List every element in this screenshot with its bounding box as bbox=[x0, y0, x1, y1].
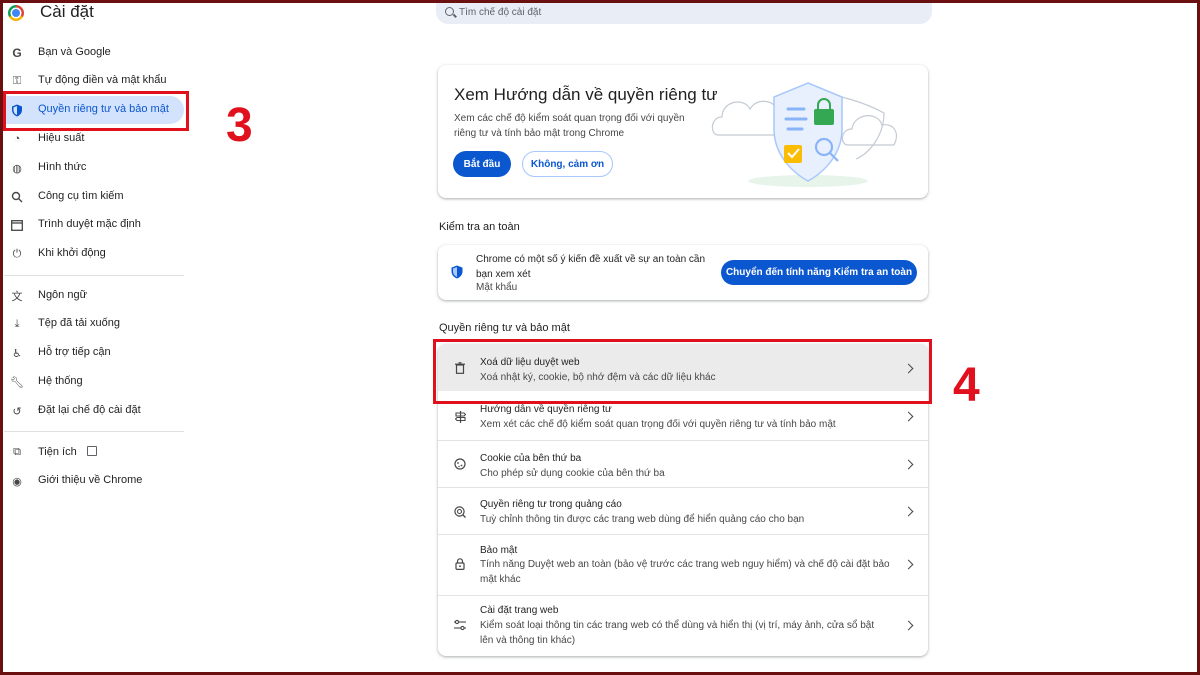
sidebar-item-search-engine[interactable]: Công cụ tìm kiếm bbox=[4, 183, 184, 211]
row-subtitle: Cho phép sử dụng cookie của bên thứ ba bbox=[480, 468, 665, 479]
security-row[interactable]: Bảo mật Tính năng Duyệt web an toàn (bảo… bbox=[438, 535, 928, 595]
sidebar-item-label: Tự động điền và mật khẩu bbox=[38, 74, 167, 86]
sidebar-item-default-browser[interactable]: Trình duyệt mặc định bbox=[4, 211, 184, 239]
sidebar-item-label: Công cụ tìm kiếm bbox=[38, 190, 124, 202]
row-subtitle: Kiểm soát loại thông tin các trang web c… bbox=[480, 620, 875, 646]
safety-shield-icon bbox=[451, 265, 463, 284]
privacy-guide-illustration bbox=[711, 82, 897, 187]
sidebar-item-you-and-google[interactable]: G Bạn và Google bbox=[4, 39, 184, 67]
wrench-icon: 🔧︎ bbox=[10, 376, 24, 389]
highlight-box-step-4 bbox=[433, 339, 932, 404]
sidebar-item-extensions[interactable]: ⧉ Tiện ích bbox=[4, 438, 184, 466]
sidebar-item-label: Tiện ích bbox=[38, 445, 97, 458]
sidebar-item-about-chrome[interactable]: ◉ Giới thiệu về Chrome bbox=[4, 467, 184, 495]
step-number-3: 3 bbox=[226, 99, 253, 152]
third-party-cookies-row[interactable]: Cookie của bên thứ ba Cho phép sử dụng c… bbox=[438, 441, 928, 488]
translate-icon: 文 bbox=[11, 291, 23, 303]
key-icon: ⚿ bbox=[12, 74, 22, 87]
site-settings-row[interactable]: Cài đặt trang web Kiểm soát loại thông t… bbox=[438, 596, 928, 656]
sidebar-item-label: Giới thiệu về Chrome bbox=[38, 474, 143, 486]
sidebar-item-appearance[interactable]: ◍ Hình thức bbox=[4, 154, 184, 182]
browser-window-icon bbox=[10, 218, 24, 232]
signpost-icon bbox=[454, 411, 466, 423]
sidebar-item-label: Bạn và Google bbox=[38, 46, 111, 58]
power-icon: ⏻ bbox=[12, 247, 22, 260]
row-subtitle: Xem xét các chế độ kiểm soát quan trọng … bbox=[480, 419, 836, 430]
download-icon: ⤓ bbox=[14, 317, 20, 330]
row-title: Cookie của bên thứ ba bbox=[480, 453, 582, 464]
safety-check-detail: Mật khẩu bbox=[476, 282, 518, 293]
sidebar-item-label: Đặt lại chế độ cài đặt bbox=[38, 404, 141, 416]
safety-check-card: Chrome có một số ý kiến đề xuất về sự an… bbox=[438, 245, 928, 300]
open-in-new-icon bbox=[86, 446, 97, 456]
sidebar-item-system[interactable]: 🔧︎ Hệ thống bbox=[4, 368, 184, 396]
row-subtitle: Tính năng Duyệt web an toàn (bảo vệ trướ… bbox=[480, 559, 890, 585]
safety-check-heading: Kiểm tra an toàn bbox=[439, 221, 520, 233]
row-title: Hướng dẫn về quyền riêng tư bbox=[480, 404, 612, 415]
ad-privacy-row[interactable]: Quyền riêng tư trong quảng cáo Tuỳ chỉnh… bbox=[438, 488, 928, 535]
sidebar-item-languages[interactable]: 文 Ngôn ngữ bbox=[4, 282, 184, 310]
puzzle-icon: ⧉ bbox=[13, 445, 21, 458]
start-button[interactable]: Bắt đầu bbox=[453, 151, 511, 177]
speedometer-icon: ◔ bbox=[13, 133, 21, 145]
reset-icon: ↺ bbox=[12, 405, 22, 418]
sidebar-item-label: Hình thức bbox=[38, 161, 87, 173]
safety-check-message: Chrome có một số ý kiến đề xuất về sự an… bbox=[476, 254, 706, 280]
chevron-right-icon bbox=[903, 559, 914, 570]
row-title: Cài đặt trang web bbox=[480, 605, 559, 616]
no-thanks-button[interactable]: Không, cảm ơn bbox=[522, 151, 613, 177]
sidebar-divider bbox=[4, 431, 184, 432]
privacy-guide-description: Xem các chế độ kiểm soát quan trọng đối … bbox=[454, 113, 685, 139]
chevron-right-icon bbox=[903, 506, 914, 517]
google-g-icon: G bbox=[12, 46, 22, 60]
search-placeholder: Tìm chế độ cài đặt bbox=[459, 7, 542, 18]
privacy-section-heading: Quyền riêng tư và bảo mật bbox=[439, 322, 570, 334]
chevron-right-icon bbox=[903, 411, 914, 422]
privacy-guide-title: Xem Hướng dẫn về quyền riêng tư bbox=[454, 85, 718, 104]
sidebar-item-downloads[interactable]: ⤓ Tệp đã tải xuống bbox=[4, 310, 184, 338]
chevron-right-icon bbox=[903, 620, 914, 631]
highlight-box-step-3 bbox=[3, 91, 189, 131]
sidebar-item-label: Khi khởi động bbox=[38, 247, 106, 259]
sidebar-item-on-startup[interactable]: ⏻ Khi khởi động bbox=[4, 240, 184, 268]
search-icon bbox=[10, 190, 24, 204]
search-icon bbox=[445, 7, 454, 16]
row-title: Quyền riêng tư trong quảng cáo bbox=[480, 499, 622, 510]
sidebar-item-label: Tệp đã tải xuống bbox=[38, 317, 120, 329]
sidebar-item-label: Hiệu suất bbox=[38, 132, 85, 144]
lock-icon bbox=[454, 558, 466, 570]
palette-icon: ◍ bbox=[12, 162, 22, 175]
step-number-4: 4 bbox=[953, 359, 980, 412]
sidebar-item-label: Ngôn ngữ bbox=[38, 289, 87, 301]
sidebar-item-reset-settings[interactable]: ↺ Đặt lại chế độ cài đặt bbox=[4, 397, 184, 425]
search-bar[interactable]: Tìm chế độ cài đặt bbox=[436, 2, 932, 24]
ad-privacy-icon bbox=[454, 506, 466, 518]
sliders-icon bbox=[454, 619, 466, 631]
privacy-guide-card: Xem Hướng dẫn về quyền riêng tư Xem các … bbox=[438, 65, 928, 198]
chrome-logo-icon bbox=[8, 5, 24, 21]
cookie-icon bbox=[454, 458, 466, 470]
page-title: Cài đặt bbox=[40, 2, 94, 21]
row-subtitle: Tuỳ chỉnh thông tin được các trang web d… bbox=[480, 514, 805, 525]
chrome-icon: ◉ bbox=[12, 475, 22, 488]
sidebar-item-label: Hệ thống bbox=[38, 375, 83, 387]
row-title: Bảo mật bbox=[480, 545, 518, 556]
extensions-label: Tiện ích bbox=[38, 446, 77, 458]
chevron-right-icon bbox=[903, 459, 914, 470]
sidebar-item-label: Hỗ trợ tiếp cận bbox=[38, 346, 111, 358]
accessibility-icon: ♿ bbox=[12, 347, 22, 360]
sidebar-divider bbox=[4, 275, 184, 276]
sidebar-item-label: Trình duyệt mặc định bbox=[38, 218, 141, 230]
sidebar-item-accessibility[interactable]: ♿ Hỗ trợ tiếp cận bbox=[4, 339, 184, 367]
go-to-safety-check-button[interactable]: Chuyển đến tính năng Kiểm tra an toàn bbox=[721, 260, 917, 285]
